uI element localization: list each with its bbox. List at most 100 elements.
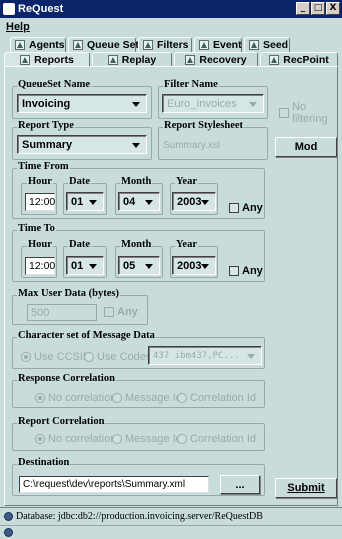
max-user-label: Max User Data (bytes) [17,288,120,299]
maximize-button[interactable]: □ [311,2,325,15]
tab-recpoint[interactable]: RecPoint [260,52,338,67]
tab-seed[interactable]: Seed [244,37,290,52]
tab-icon [107,55,118,65]
mod-button[interactable]: Mod [275,137,337,157]
tab-icon [73,40,83,50]
checkbox-icon [229,266,239,276]
tab-row-front: Reports Replay Recovery RecPoint [4,52,340,67]
chevron-down-icon [132,102,140,107]
max-user-any-checkbox[interactable]: Any [104,306,138,318]
codeset-select[interactable]: 437 ibm437,PC... [148,346,262,365]
minimize-button[interactable]: _ [296,2,310,15]
title-bar: ReQuest _ □ X [0,0,342,18]
chevron-down-icon [201,264,209,269]
response-correlation-label: Response Correlation [17,373,116,384]
time-to-date-select[interactable]: 01 [66,256,104,275]
tab-icon [143,40,153,50]
time-to-hour-input[interactable]: 12:00 [25,257,55,275]
response-no-correlation-radio[interactable]: No correlation [35,392,116,404]
chevron-down-icon [89,264,97,269]
no-filtering-checkbox[interactable]: No filtering [279,101,342,125]
hour-label: Hour [27,176,53,187]
queueset-select[interactable]: Invoicing [17,94,147,113]
radio-icon [35,434,45,444]
menu-bar: Help [0,18,342,35]
radio-icon [35,393,45,403]
time-from-any-checkbox[interactable]: Any [229,202,263,214]
report-type-select[interactable]: Summary [17,135,147,154]
filter-label: Filter Name [163,79,219,90]
tab-queue-sets[interactable]: Queue Sets [68,37,145,52]
charset-label: Character set of Message Data [17,330,156,341]
report-message-id-radio[interactable]: Message Id [112,433,182,445]
radio-icon [21,352,31,362]
time-to-month-select[interactable]: 05 [118,256,160,275]
tab-icon [20,55,31,65]
tab-filters[interactable]: Filters [138,37,192,52]
checkbox-icon [279,108,289,118]
time-from-date-select[interactable]: 01 [66,192,104,211]
year-label: Year [175,176,198,187]
radio-icon [112,434,122,444]
hour-label: Hour [27,239,53,250]
checkbox-icon [229,203,239,213]
submit-button[interactable]: Submit [275,478,337,498]
tab-agents[interactable]: Agents [10,37,66,52]
chevron-down-icon [132,143,140,148]
month-label: Month [120,176,153,187]
checkbox-icon [104,307,114,317]
time-from-hour-input[interactable]: 12:00 [25,193,55,211]
time-to-label: Time To [17,223,56,234]
time-from-label: Time From [17,161,70,172]
browse-button[interactable]: ... [220,475,260,494]
radio-icon [177,393,187,403]
database-icon [4,512,13,521]
response-correlation-id-radio[interactable]: Correlation Id [177,392,256,404]
queueset-value: Invoicing [22,97,71,110]
year-label: Year [175,239,198,250]
date-label: Date [68,176,91,187]
chevron-down-icon [247,354,255,359]
app-icon [3,3,15,15]
bottom-status-strip [0,525,342,539]
stylesheet-value: Summary.xsl [163,140,221,151]
use-ccsid-radio[interactable]: Use CCSID [21,351,91,363]
tab-replay[interactable]: Replay [92,52,172,67]
time-to-any-checkbox[interactable]: Any [229,265,263,277]
response-message-id-radio[interactable]: Message Id [112,392,182,404]
status-bar: Database: jdbc:db2://production.invoicin… [0,507,342,525]
date-label: Date [68,239,91,250]
tab-recovery[interactable]: Recovery [174,52,258,67]
no-filtering-label: No filtering [292,101,328,125]
filter-select[interactable]: Euro_Invoices [162,94,264,113]
tab-event[interactable]: Event [194,37,242,52]
radio-icon [84,352,94,362]
filter-value: Euro_Invoices [167,97,237,110]
destination-input[interactable]: C:\request\dev\reports\Summary.xml [19,476,209,493]
tab-reports[interactable]: Reports [4,52,90,67]
max-user-input[interactable]: 500 [27,304,97,321]
tab-row-back: Agents Queue Sets Filters Event Seed [10,37,292,52]
time-to-year-select[interactable]: 2003 [172,256,216,275]
report-type-value: Summary [22,138,73,151]
radio-icon [177,434,187,444]
report-correlation-id-radio[interactable]: Correlation Id [177,433,256,445]
report-correlation-label: Report Correlation [17,416,106,427]
chevron-down-icon [249,102,257,107]
tab-icon [15,40,25,50]
report-no-correlation-radio[interactable]: No correlation [35,433,116,445]
tab-icon [269,55,280,65]
time-from-year-select[interactable]: 2003 [172,192,216,211]
tab-icon [185,55,196,65]
chevron-down-icon [145,200,153,205]
chevron-down-icon [145,264,153,269]
tab-icon [199,40,209,50]
window-title: ReQuest [18,3,64,15]
menu-help[interactable]: Help [6,21,30,33]
stylesheet-label: Report Stylesheet [163,120,245,131]
radio-icon [112,393,122,403]
queueset-label: QueueSet Name [17,79,92,90]
time-from-month-select[interactable]: 04 [118,192,160,211]
chevron-down-icon [201,200,209,205]
close-button[interactable]: X [326,2,340,15]
